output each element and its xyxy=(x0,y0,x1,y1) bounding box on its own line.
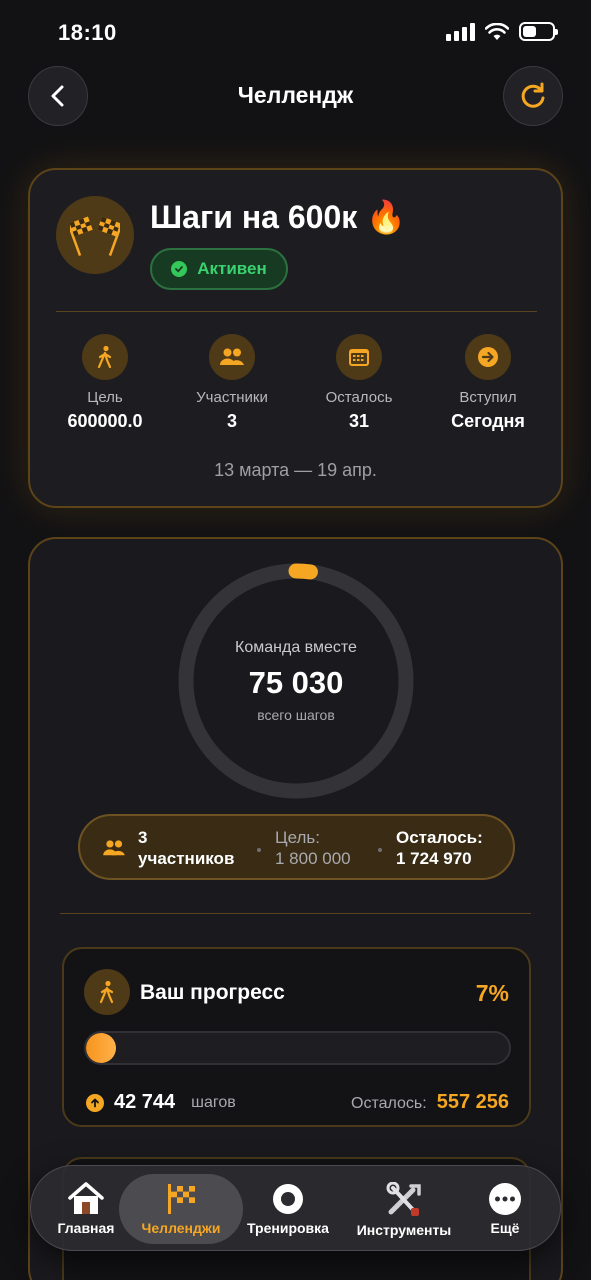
participants-icon xyxy=(103,840,125,856)
tab-tools[interactable]: Инструменты xyxy=(349,1174,459,1244)
stat-value: 31 xyxy=(348,411,370,431)
your-remaining-label: Осталось: xyxy=(351,1095,427,1112)
challenge-summary-card: Шаги на 600к 🔥 Активен Цель 600000.0 Уча… xyxy=(28,168,563,508)
your-progress-card: Ваш прогресс 7% 42 744 шагов Осталось: 5… xyxy=(62,947,531,1127)
stat-value: Сегодня xyxy=(451,411,525,431)
walking-person-icon xyxy=(84,969,130,1015)
participants-count: 3 xyxy=(138,828,148,847)
stat-value: 600000.0 xyxy=(67,411,143,431)
status-text: Активен xyxy=(197,259,267,278)
tab-more[interactable]: Ещё xyxy=(473,1174,537,1244)
tab-bar: Главная Челленджи Тренировка Инструменты… xyxy=(30,1165,561,1251)
team-remaining-value: 1 724 970 xyxy=(396,849,472,868)
arrow-up-circle-icon xyxy=(86,1093,104,1112)
battery-icon xyxy=(519,22,558,41)
stat-label: Участники xyxy=(196,389,268,406)
your-progress-bar-fill xyxy=(86,1033,116,1063)
ring-caption: Команда вместе xyxy=(235,639,357,656)
more-dots-icon xyxy=(489,1183,521,1215)
your-steps-value: 42 744 xyxy=(114,1091,176,1113)
participants-word: участников xyxy=(138,849,235,868)
stat-remaining-days: Осталось 31 xyxy=(294,334,424,432)
divider xyxy=(60,913,531,914)
tab-workout[interactable]: Тренировка xyxy=(241,1174,335,1244)
tab-label: Ещё xyxy=(490,1220,520,1236)
walking-person-icon xyxy=(82,334,128,380)
challenge-dates: 13 марта — 19 апр. xyxy=(214,460,377,480)
checkered-flag-icon xyxy=(168,1184,195,1214)
refresh-button[interactable] xyxy=(503,66,563,126)
calendar-icon xyxy=(336,334,382,380)
wifi-icon xyxy=(485,22,509,40)
team-total-steps: 75 030 xyxy=(248,665,344,700)
separator-dot xyxy=(378,848,382,852)
cellular-signal-icon xyxy=(446,22,475,41)
your-steps-unit: шагов xyxy=(191,1093,236,1111)
stat-label: Вступил xyxy=(459,389,517,406)
stat-label: Осталось xyxy=(325,389,393,406)
record-circle-icon xyxy=(273,1184,303,1214)
divider xyxy=(56,311,537,312)
status-icons xyxy=(446,22,558,41)
your-steps: 42 744 шагов xyxy=(86,1091,236,1114)
stat-participants: Участники 3 xyxy=(167,334,297,432)
team-total-steps-label: всего шагов xyxy=(257,707,335,723)
your-remaining-value: 557 256 xyxy=(436,1091,509,1113)
status-time: 18:10 xyxy=(58,20,117,45)
team-summary-pill: 3 участников Цель: 1 800 000 Осталось: 1… xyxy=(78,814,515,880)
check-circle-icon xyxy=(171,261,188,277)
tab-label: Инструменты xyxy=(356,1222,452,1238)
participants-icon xyxy=(209,334,255,380)
team-remaining-label: Осталось: xyxy=(396,828,483,847)
tools-icon xyxy=(386,1182,421,1216)
your-progress-percent: 7% xyxy=(475,980,509,1006)
your-progress-title: Ваш прогресс xyxy=(140,981,285,1004)
stat-goal: Цель 600000.0 xyxy=(40,334,170,432)
your-remaining: Осталось: 557 256 xyxy=(351,1091,509,1114)
arrow-right-circle-icon xyxy=(465,334,511,380)
challenge-title: Шаги на 600к 🔥 xyxy=(150,199,406,235)
stat-label: Цель xyxy=(87,389,123,406)
status-bar: 18:10 xyxy=(0,0,591,62)
tab-home[interactable]: Главная xyxy=(45,1174,127,1244)
home-icon xyxy=(68,1182,104,1214)
challenge-badge xyxy=(56,196,134,274)
tab-label: Челленджи xyxy=(141,1220,221,1236)
separator-dot xyxy=(257,848,261,852)
team-goal-label: Цель: xyxy=(275,828,320,847)
status-badge: Активен xyxy=(150,248,288,290)
stat-joined: Вступил Сегодня xyxy=(423,334,553,432)
your-progress-bar xyxy=(84,1031,511,1065)
refresh-icon xyxy=(521,82,545,108)
tab-label: Главная xyxy=(57,1220,115,1236)
tab-label: Тренировка xyxy=(247,1220,329,1236)
team-goal-value: 1 800 000 xyxy=(275,849,351,868)
tab-challenges[interactable]: Челленджи xyxy=(119,1174,243,1244)
checkered-flags-icon xyxy=(70,216,120,257)
stat-value: 3 xyxy=(226,411,237,431)
